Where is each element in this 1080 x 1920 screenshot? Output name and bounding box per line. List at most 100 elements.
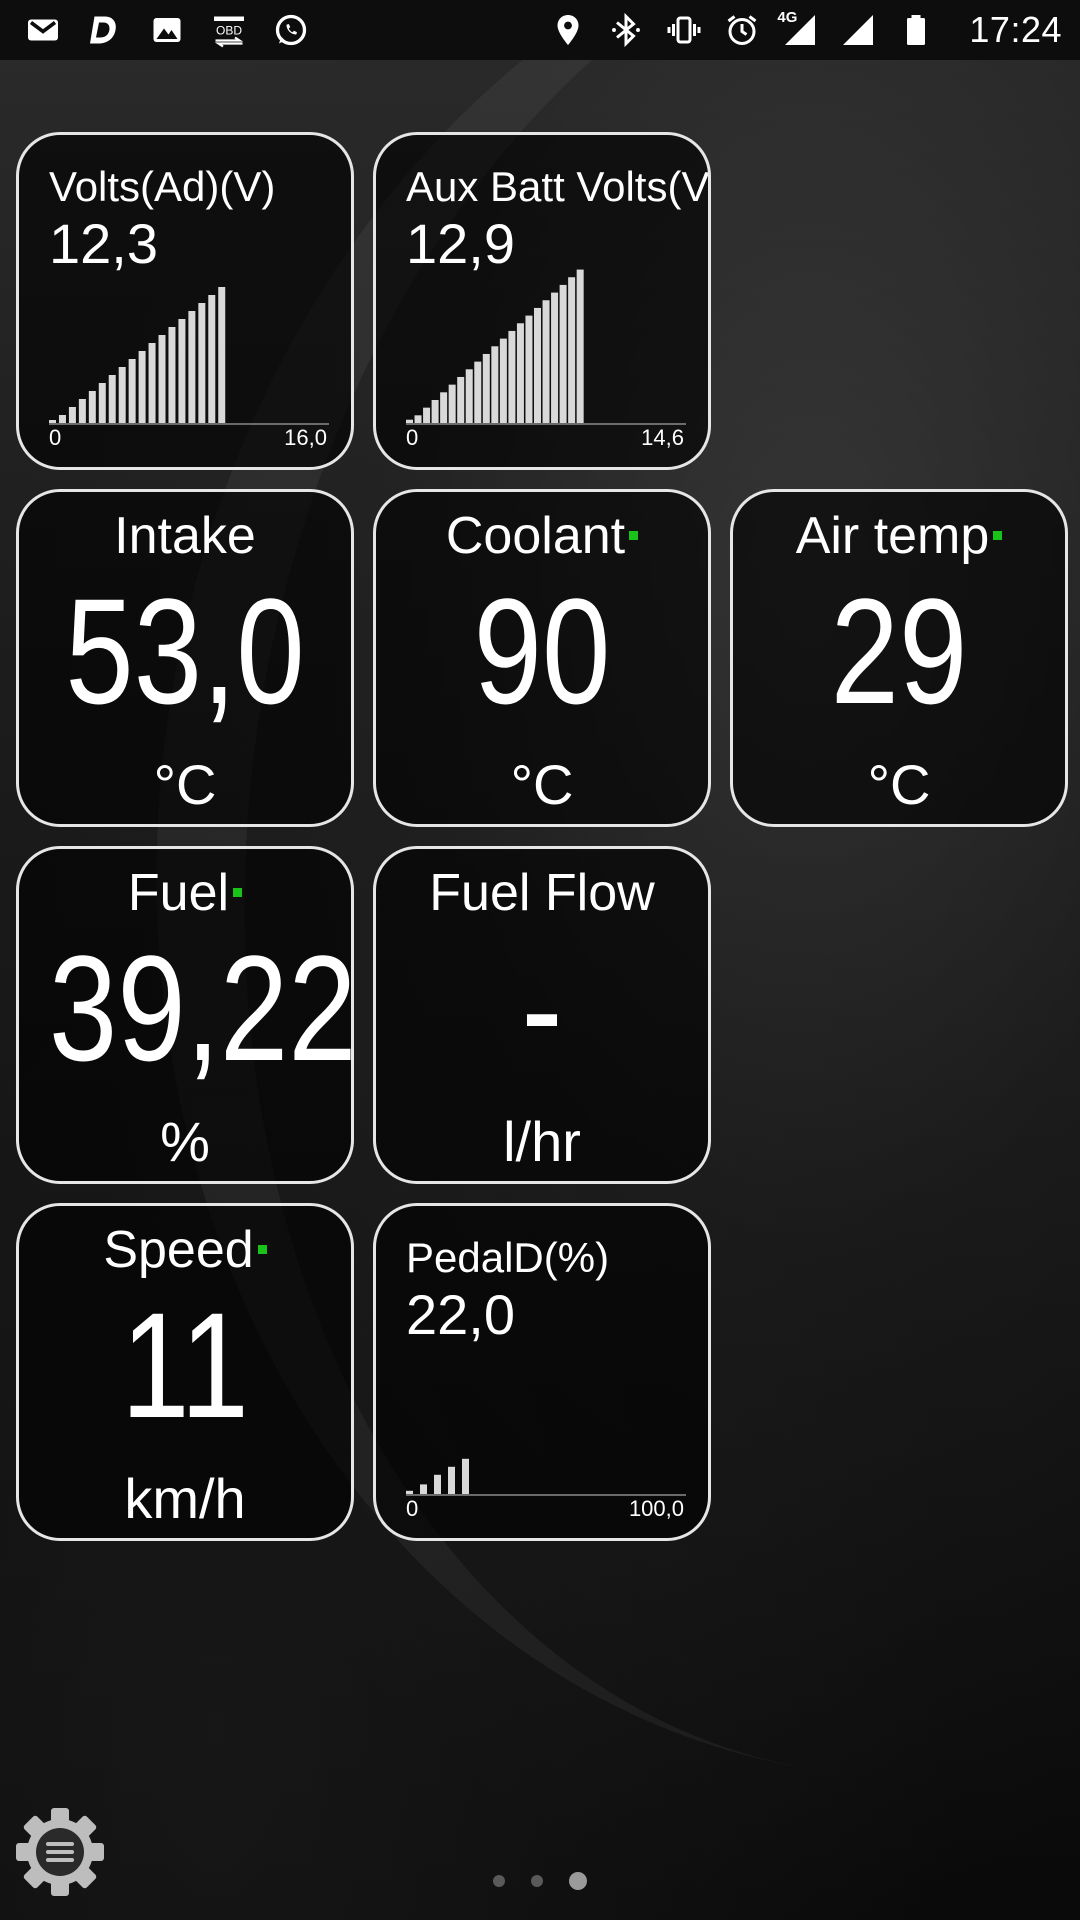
gauge-title: Fuel Flow	[376, 863, 708, 923]
gauge-unit: %	[160, 1110, 210, 1173]
history-bar	[516, 323, 524, 423]
history-bar	[576, 269, 584, 423]
svg-text:OBD: OBD	[216, 24, 242, 38]
gauge-air-temp[interactable]: Air temp 29 °C	[730, 489, 1068, 827]
battery-icon	[897, 11, 935, 49]
gauge-title-text: Speed	[103, 1221, 254, 1279]
gauge-unit: °C	[153, 753, 217, 816]
gauge-value: 53,0	[65, 567, 305, 735]
gauge-axis-min: 0	[406, 425, 419, 450]
history-bar	[58, 415, 66, 423]
gauge-title: Volts(Ad)(V)	[49, 163, 276, 210]
gauge-axis-max: 16,0	[284, 425, 327, 450]
gauge-fuel-flow[interactable]: Fuel Flow - l/hr	[373, 846, 711, 1184]
bluetooth-icon	[607, 11, 645, 49]
image-icon	[148, 11, 186, 49]
page-indicator[interactable]	[0, 1872, 1080, 1890]
status-bar: OBD 4G 17:24	[0, 0, 1080, 60]
history-bar	[128, 359, 136, 423]
history-bar	[188, 311, 196, 423]
history-bar	[98, 383, 106, 423]
gauge-value: 39,22	[48, 924, 354, 1092]
live-indicator-dot	[629, 530, 639, 540]
history-bar	[559, 284, 567, 423]
gauge-unit: °C	[867, 753, 931, 816]
vibrate-icon	[665, 11, 703, 49]
page-dot[interactable]	[493, 1875, 505, 1887]
gauge-axis-max: 14,6	[641, 425, 684, 450]
history-bar	[568, 277, 576, 423]
history-bar	[542, 300, 550, 423]
gauge-title: Coolant	[376, 506, 708, 566]
history-bar	[178, 319, 186, 423]
location-icon	[549, 11, 587, 49]
gauge-unit: l/hr	[503, 1110, 581, 1173]
gauge-axis-min: 0	[49, 425, 62, 450]
whatsapp-icon	[272, 11, 310, 49]
status-time: 17:24	[969, 9, 1062, 50]
history-bar	[68, 407, 76, 423]
history-bar	[148, 343, 156, 423]
history-bar	[218, 287, 226, 423]
history-bar	[423, 407, 431, 423]
history-bar	[118, 367, 126, 423]
gauge-coolant[interactable]: Coolant 90 °C	[373, 489, 711, 827]
history-bar	[198, 303, 206, 423]
history-bar	[420, 1484, 427, 1494]
page-dot[interactable]	[569, 1872, 587, 1890]
history-bar	[78, 399, 86, 423]
obd-icon: OBD	[210, 11, 248, 49]
gauge-axis-min: 0	[406, 1496, 419, 1521]
gauge-title-text: Air temp	[795, 507, 990, 565]
page-dot[interactable]	[531, 1875, 543, 1887]
history-bar	[208, 295, 216, 423]
history-bar	[406, 419, 413, 423]
gauge-title: PedalD(%)	[406, 1234, 610, 1281]
history-bar	[168, 327, 176, 423]
gauge-value: -	[521, 924, 563, 1092]
history-bar	[448, 1466, 455, 1494]
history-bar	[431, 399, 439, 423]
history-bar	[448, 384, 456, 423]
system-icons: 4G 17:24	[549, 0, 1062, 60]
network-type-label: 4G	[777, 9, 798, 26]
history-bar	[465, 369, 473, 423]
gauge-unit: km/h	[124, 1467, 246, 1530]
gauge-title-text: Fuel Flow	[429, 864, 655, 922]
history-bar	[499, 338, 507, 423]
gauge-value: 90	[473, 567, 611, 735]
history-bar	[88, 391, 96, 423]
history-bar	[462, 1458, 469, 1494]
gauge-unit: °C	[510, 753, 574, 816]
history-bar	[138, 351, 146, 423]
gmail-icon	[24, 11, 62, 49]
history-bar	[108, 375, 116, 423]
gauge-speed[interactable]: Speed 11 km/h	[16, 1203, 354, 1541]
gauge-title: Intake	[19, 506, 351, 566]
history-bar	[482, 353, 490, 423]
live-indicator-dot	[257, 1244, 267, 1254]
history-bar	[525, 315, 533, 423]
history-bar	[474, 361, 482, 423]
signal-4g-icon: 4G	[777, 9, 819, 49]
history-bar	[158, 335, 166, 423]
history-bar	[49, 420, 56, 423]
gauge-pedal-d[interactable]: PedalD(%) 22,0 0 100,0	[373, 1203, 711, 1541]
notification-icons: OBD	[24, 0, 310, 60]
gauge-title-text: Fuel	[127, 864, 230, 922]
gauge-title-text: Intake	[114, 507, 256, 565]
gauge-title: Aux Batt Volts(V)	[406, 163, 711, 210]
gauge-title: Fuel	[19, 863, 351, 923]
live-indicator-dot	[993, 530, 1003, 540]
history-bar	[434, 1474, 441, 1494]
gauge-volts-ad[interactable]: Volts(Ad)(V) 12,3 0 16,0	[16, 132, 354, 470]
signal-icon	[839, 11, 877, 49]
history-bar	[491, 346, 499, 423]
history-bar	[508, 330, 516, 423]
gauge-value: 11	[121, 1281, 249, 1449]
gauge-title-text: Coolant	[445, 507, 626, 565]
history-bar	[406, 1490, 413, 1494]
gauge-aux-batt-volts[interactable]: Aux Batt Volts(V) 12,9 0 14,6	[373, 132, 711, 470]
gauge-fuel[interactable]: Fuel 39,22 %	[16, 846, 354, 1184]
gauge-intake[interactable]: Intake 53,0 °C	[16, 489, 354, 827]
